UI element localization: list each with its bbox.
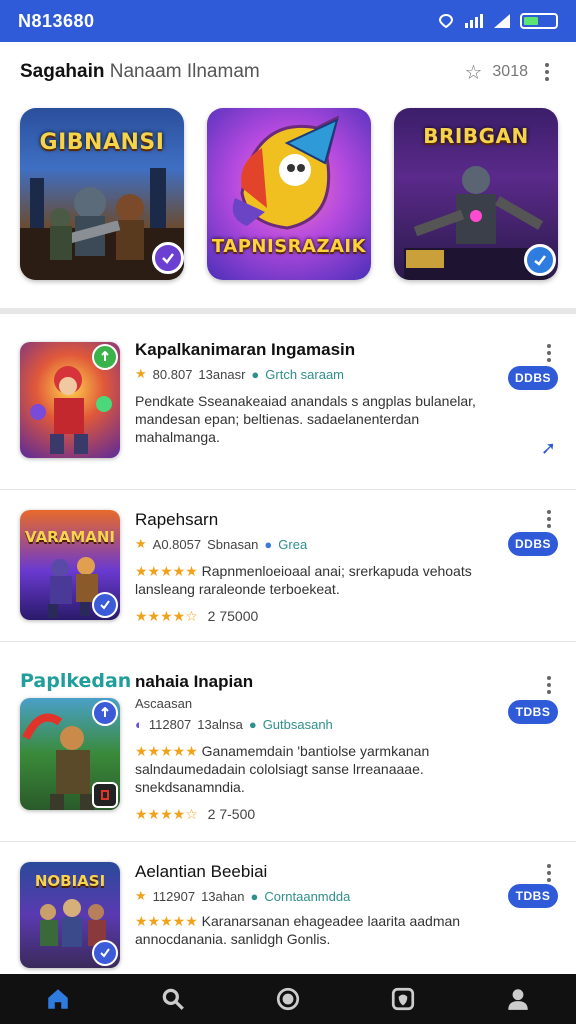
page-title: Sagahain Nanaam Ilnamam bbox=[20, 61, 260, 83]
more-options-icon[interactable] bbox=[540, 862, 558, 884]
app-rating: A0.8057 bbox=[152, 536, 202, 552]
app-thumbnail bbox=[20, 342, 120, 458]
section-divider bbox=[0, 308, 576, 314]
rating-count: 2 75000 bbox=[207, 608, 259, 624]
shield-icon bbox=[392, 987, 415, 1011]
app-thumbnail: VARAMANI bbox=[20, 510, 120, 620]
home-icon bbox=[47, 989, 68, 1009]
description-stars: ★★★★★ bbox=[135, 743, 198, 759]
nav-library[interactable] bbox=[383, 979, 423, 1019]
list-item[interactable]: Kapalkanimaran Ingamasin ★ 80.807 13anas… bbox=[0, 320, 576, 490]
app-thumbnail bbox=[20, 698, 120, 810]
star-icon: ★ bbox=[135, 888, 147, 903]
install-button[interactable]: DDBS bbox=[508, 532, 558, 556]
battery-icon bbox=[520, 13, 558, 29]
list-item[interactable]: NOBIASI Aelantian Beebiai ★ 112907 13aha… bbox=[0, 842, 576, 974]
featured-card-1[interactable]: GIBNANSI bbox=[20, 108, 184, 280]
star-icon: ★ bbox=[135, 366, 147, 381]
header-rating: 3018 bbox=[492, 63, 528, 80]
rating-line: ★★★★☆ 2 75000 bbox=[135, 608, 496, 625]
wifi-signal-icon bbox=[492, 13, 512, 29]
app-title[interactable]: Aelantian Beebiai bbox=[135, 862, 496, 882]
profile-icon bbox=[508, 989, 529, 1010]
page-title-rest: Nanaam Ilnamam bbox=[109, 61, 260, 82]
install-button[interactable]: DDBS bbox=[508, 366, 558, 390]
download-badge bbox=[92, 700, 118, 726]
nav-home[interactable] bbox=[38, 979, 78, 1019]
category-icon: ● bbox=[248, 717, 257, 732]
app-rating: 80.807 bbox=[152, 366, 193, 382]
more-options-icon[interactable] bbox=[538, 61, 556, 83]
rating-count: 2 7-500 bbox=[207, 806, 256, 822]
bookmark-badge bbox=[92, 782, 118, 808]
category-icon: ● bbox=[251, 366, 260, 382]
signal-icon bbox=[464, 13, 484, 29]
more-options-icon[interactable] bbox=[540, 508, 558, 530]
status-bar: N813680 bbox=[0, 0, 576, 42]
app-description: Pendkate Sseanakeaiad anandals s angplas… bbox=[135, 393, 476, 445]
download-badge bbox=[92, 344, 118, 370]
app-rating: 112807 bbox=[148, 717, 192, 732]
status-icons bbox=[436, 13, 558, 29]
star-icon[interactable]: ☆ bbox=[464, 60, 482, 85]
category-label: Paplkedan bbox=[20, 670, 132, 692]
app-subtitle: Ascaasan bbox=[135, 696, 193, 711]
rating-line: ★★★★☆ 2 7-500 bbox=[135, 806, 496, 823]
app-category: Gutbsasanh bbox=[262, 717, 333, 732]
app-size: 13alnsa bbox=[197, 717, 243, 732]
nav-search[interactable] bbox=[153, 979, 193, 1019]
more-options-icon[interactable] bbox=[540, 342, 558, 364]
app-description-block: ★★★★★ Ganamemdain 'bantiolse yarmkanan s… bbox=[135, 742, 496, 796]
circle-icon bbox=[276, 987, 300, 1011]
more-options-icon[interactable] bbox=[540, 674, 558, 696]
category-icon: ● bbox=[264, 536, 273, 552]
rating-stars: ★★★★☆ bbox=[135, 806, 198, 822]
app-title[interactable]: Rapehsarn bbox=[135, 510, 496, 530]
verified-badge bbox=[92, 940, 118, 966]
app-category: Grtch saraam bbox=[265, 366, 345, 382]
category-icon: ● bbox=[250, 888, 259, 904]
verified-badge bbox=[152, 242, 184, 274]
bottom-navigation bbox=[0, 974, 576, 1024]
featured-carousel: GIBNANSI TAPNISRAZAIK BRIBGAN bbox=[0, 108, 576, 288]
app-size: 13ahan bbox=[201, 888, 245, 904]
install-button[interactable]: TDBS bbox=[508, 884, 558, 908]
location-icon bbox=[436, 13, 456, 29]
featured-card-3[interactable]: BRIBGAN bbox=[394, 108, 558, 280]
app-description-block: ★★★★★ Karanarsanan ehageadee laarita aad… bbox=[135, 912, 496, 948]
status-time: N813680 bbox=[18, 10, 95, 31]
header: Sagahain Nanaam Ilnamam ☆ 3018 bbox=[0, 42, 576, 102]
search-icon bbox=[162, 988, 184, 1010]
app-category: Grea bbox=[278, 536, 308, 552]
app-rating: 112907 bbox=[152, 888, 196, 904]
featured-card-2[interactable]: TAPNISRAZAIK bbox=[207, 108, 371, 280]
featured-card-title: TAPNISRAZAIK bbox=[211, 236, 367, 257]
nav-profile[interactable] bbox=[498, 979, 538, 1019]
app-size: Sbnasan bbox=[207, 536, 259, 552]
list-item[interactable]: Paplkedan nahaia Inapian Ascaasan ◐ 1128… bbox=[0, 642, 576, 842]
app-title[interactable]: Kapalkanimaran Ingamasin bbox=[135, 340, 496, 360]
app-size: 13anasr bbox=[198, 366, 246, 382]
app-thumbnail: NOBIASI bbox=[20, 862, 120, 968]
pin-icon[interactable]: ➚ bbox=[541, 438, 556, 459]
verified-badge bbox=[92, 592, 118, 618]
nav-games[interactable] bbox=[268, 979, 308, 1019]
rating-icon: ◐ bbox=[135, 717, 143, 732]
rating-stars: ★★★★☆ bbox=[135, 608, 198, 624]
app-category: Corntaanmdda bbox=[264, 888, 351, 904]
description-stars: ★★★★★ bbox=[135, 913, 198, 929]
app-title[interactable]: nahaia Inapian bbox=[135, 672, 496, 692]
description-stars: ★★★★★ bbox=[135, 563, 198, 579]
verified-badge bbox=[524, 244, 556, 276]
app-description-block: ★★★★★ Rapnmenloeioaal anai; srerkapuda v… bbox=[135, 562, 496, 598]
list-item[interactable]: VARAMANI Rapehsarn ★ A0.8057 Sbnasan ● G… bbox=[0, 490, 576, 642]
star-icon: ★ bbox=[135, 536, 147, 551]
page-title-bold: Sagahain bbox=[20, 61, 105, 82]
install-button[interactable]: TDBS bbox=[508, 700, 558, 724]
